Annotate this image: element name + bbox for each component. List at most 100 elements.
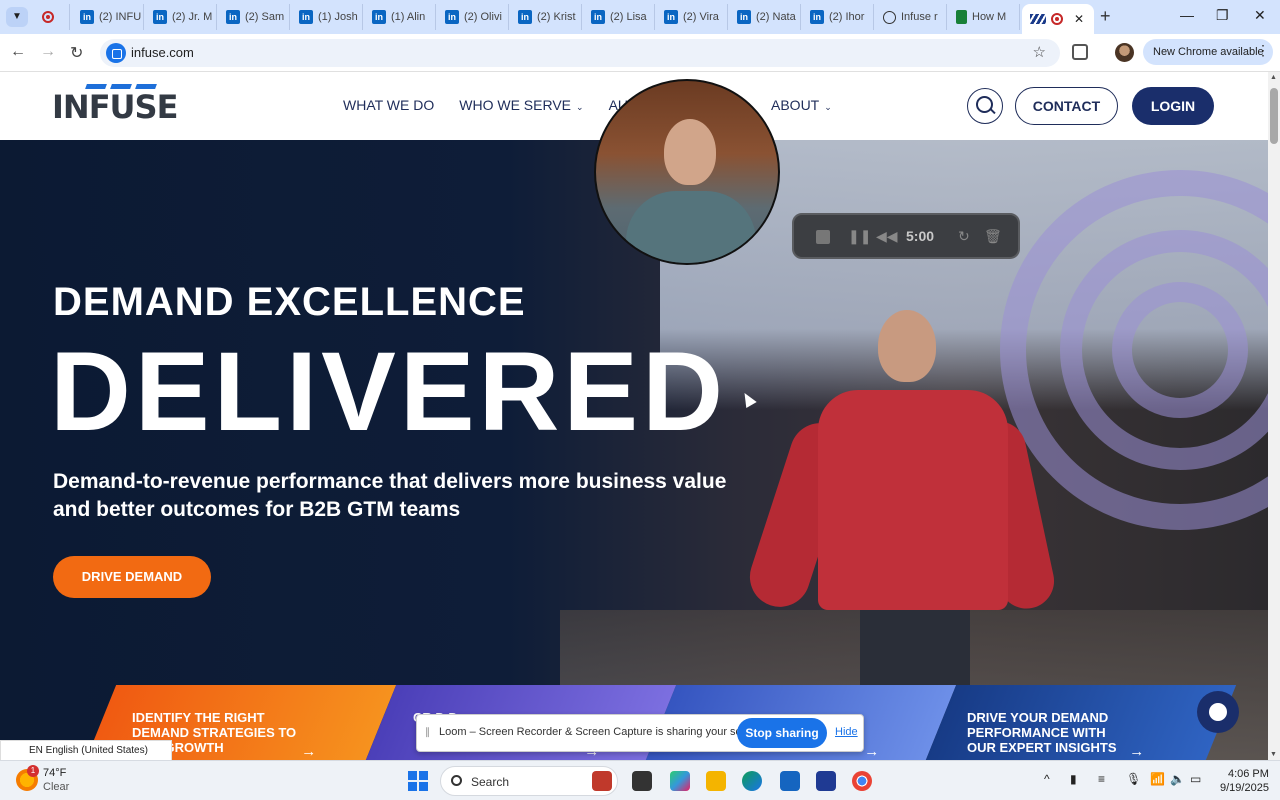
tab-recording[interactable] (34, 4, 70, 30)
windows-taskbar: 1 74°F Clear Search ^ ▮ ≡ 🎙 📶 🔈 ▭ 4:06 P… (0, 760, 1280, 800)
new-tab-button[interactable]: + (1100, 6, 1111, 27)
weather-badge: 1 (27, 765, 39, 777)
back-arrow-icon[interactable]: ← (10, 43, 26, 61)
linkedin-icon: in (810, 10, 824, 24)
scroll-down-icon[interactable]: ▼ (1270, 751, 1277, 758)
tab-label: (1) Alin (391, 11, 426, 23)
tray-app-icon[interactable]: ▮ (1070, 772, 1077, 786)
chrome-update-button[interactable]: New Chrome available (1143, 39, 1273, 65)
tab-linkedin-1[interactable]: in (2) INFU (72, 4, 144, 30)
recording-timer: 5:00 (906, 228, 935, 244)
linkedin-icon: in (153, 10, 167, 24)
rewind-icon[interactable]: ◀◀ (876, 228, 898, 245)
tab-search-button[interactable]: ▼ (6, 7, 28, 27)
linkedin-icon: in (226, 10, 240, 24)
show-hidden-icons[interactable]: ^ (1044, 772, 1050, 786)
copilot-icon[interactable] (670, 771, 690, 791)
weather-condition: Clear (43, 781, 70, 793)
arrow-right-icon: → (864, 743, 880, 760)
extensions-icon[interactable] (1072, 44, 1088, 60)
tab-linkedin-6[interactable]: in (2) Olivi (437, 4, 509, 30)
reload-icon[interactable]: ↻ (70, 43, 83, 63)
microphone-icon[interactable]: 🎙 (1126, 772, 1141, 786)
drive-demand-button[interactable]: DRIVE DEMAND (53, 556, 211, 598)
contact-button[interactable]: CONTACT (1015, 87, 1118, 125)
bookmark-star-icon[interactable]: ☆ (1033, 43, 1046, 61)
browser-tab-strip: ▼ in (2) INFU in (2) Jr. M in (2) Sam in… (0, 0, 1280, 34)
stop-recording-icon[interactable] (816, 230, 830, 244)
hero-subtitle: Demand-to-revenue performance that deliv… (53, 470, 727, 521)
edge-icon[interactable] (742, 771, 762, 791)
tray-app-icon[interactable]: ≡ (1098, 772, 1105, 786)
sheets-icon (956, 10, 967, 24)
tab-label: (2) Krist (537, 11, 576, 23)
page-scrollbar[interactable]: ▲ ▼ (1268, 72, 1280, 760)
taskbar-search-label: Search (471, 775, 510, 789)
task-view-icon[interactable] (632, 771, 652, 791)
file-explorer-icon[interactable] (706, 771, 726, 791)
tab-label: (1) Josh (318, 11, 358, 23)
site-search-icon[interactable] (967, 88, 1003, 124)
scroll-thumb[interactable] (1270, 88, 1278, 144)
tab-label: (2) Ihor (829, 11, 865, 23)
close-tab-icon[interactable]: ✕ (1074, 12, 1084, 26)
tab-infuse[interactable]: Infuse r (875, 4, 947, 30)
start-button[interactable] (408, 771, 428, 791)
tab-active-loom[interactable]: ✕ (1022, 4, 1094, 34)
tab-linkedin-10[interactable]: in (2) Nata (729, 4, 801, 30)
volume-icon[interactable]: 🔈 (1170, 772, 1185, 786)
linkedin-icon: in (299, 10, 313, 24)
nav-what-we-do[interactable]: WHAT WE DO (343, 97, 434, 113)
tab-sheets[interactable]: How M (948, 4, 1020, 30)
login-button[interactable]: LOGIN (1132, 87, 1214, 125)
tab-linkedin-2[interactable]: in (2) Jr. M (145, 4, 217, 30)
tab-linkedin-9[interactable]: in (2) Vira (656, 4, 728, 30)
store-icon[interactable] (780, 771, 800, 791)
address-bar[interactable]: infuse.com ☆ (100, 39, 1060, 67)
feature-card[interactable]: DRIVE YOUR DEMAND PERFORMANCE WITH OUR E… (923, 685, 1237, 760)
profile-avatar[interactable] (1115, 43, 1134, 62)
logo-text: INFUSE (52, 88, 178, 126)
tab-linkedin-3[interactable]: in (2) Sam (218, 4, 290, 30)
scroll-up-icon[interactable]: ▲ (1270, 74, 1277, 81)
infuse-logo[interactable]: INFUSE (52, 84, 178, 126)
linkedin-icon: in (80, 10, 94, 24)
battery-icon[interactable]: ▭ (1190, 772, 1201, 786)
loom-camera-bubble[interactable] (594, 79, 780, 265)
restart-icon[interactable]: ↻ (958, 228, 970, 245)
pause-icon[interactable]: ❚❚ (848, 228, 871, 245)
maximize-button[interactable]: ❐ (1216, 7, 1229, 24)
close-window-button[interactable]: ✕ (1254, 7, 1266, 24)
url-text[interactable]: infuse.com (131, 45, 194, 60)
hero-title: DELIVERED (50, 329, 727, 454)
nav-who-we-serve[interactable]: WHO WE SERVE ⌄ (459, 97, 583, 113)
minimize-button[interactable]: — (1180, 7, 1194, 23)
linkedin-icon: in (518, 10, 532, 24)
nav-about[interactable]: ABOUT ⌄ (771, 97, 832, 113)
site-info-icon[interactable] (106, 43, 126, 63)
tab-linkedin-7[interactable]: in (2) Krist (510, 4, 582, 30)
forward-arrow-icon[interactable]: → (40, 43, 56, 61)
chevron-down-icon: ⌄ (576, 102, 584, 112)
linkedin-icon: in (737, 10, 751, 24)
arrow-right-icon: → (301, 743, 317, 760)
tab-linkedin-4[interactable]: in (1) Josh (291, 4, 363, 30)
stop-sharing-button[interactable]: Stop sharing (737, 718, 827, 748)
trash-icon[interactable]: 🗑 (984, 228, 1002, 245)
hide-share-bar-link[interactable]: Hide (835, 726, 858, 738)
chevron-down-icon: ⌄ (824, 102, 832, 112)
tab-linkedin-11[interactable]: in (2) Ihor (802, 4, 874, 30)
app-icon[interactable] (816, 771, 836, 791)
cookie-settings-button[interactable] (1197, 691, 1239, 733)
drag-handle-icon[interactable]: ∥ (425, 727, 430, 738)
chrome-icon[interactable] (852, 771, 872, 791)
wifi-icon[interactable]: 📶 (1150, 772, 1165, 786)
chrome-menu-icon[interactable]: ⋮ (1256, 42, 1270, 59)
language-indicator[interactable]: EN English (United States) (0, 740, 172, 762)
tab-linkedin-5[interactable]: in (1) Alin (364, 4, 436, 30)
clock[interactable]: 4:06 PM 9/19/2025 (1220, 767, 1269, 795)
tab-linkedin-8[interactable]: in (2) Lisa (583, 4, 655, 30)
share-message: Loom – Screen Recorder & Screen Capture … (439, 726, 767, 738)
search-highlight-icon[interactable] (592, 771, 612, 791)
tab-label: How M (972, 11, 1007, 23)
